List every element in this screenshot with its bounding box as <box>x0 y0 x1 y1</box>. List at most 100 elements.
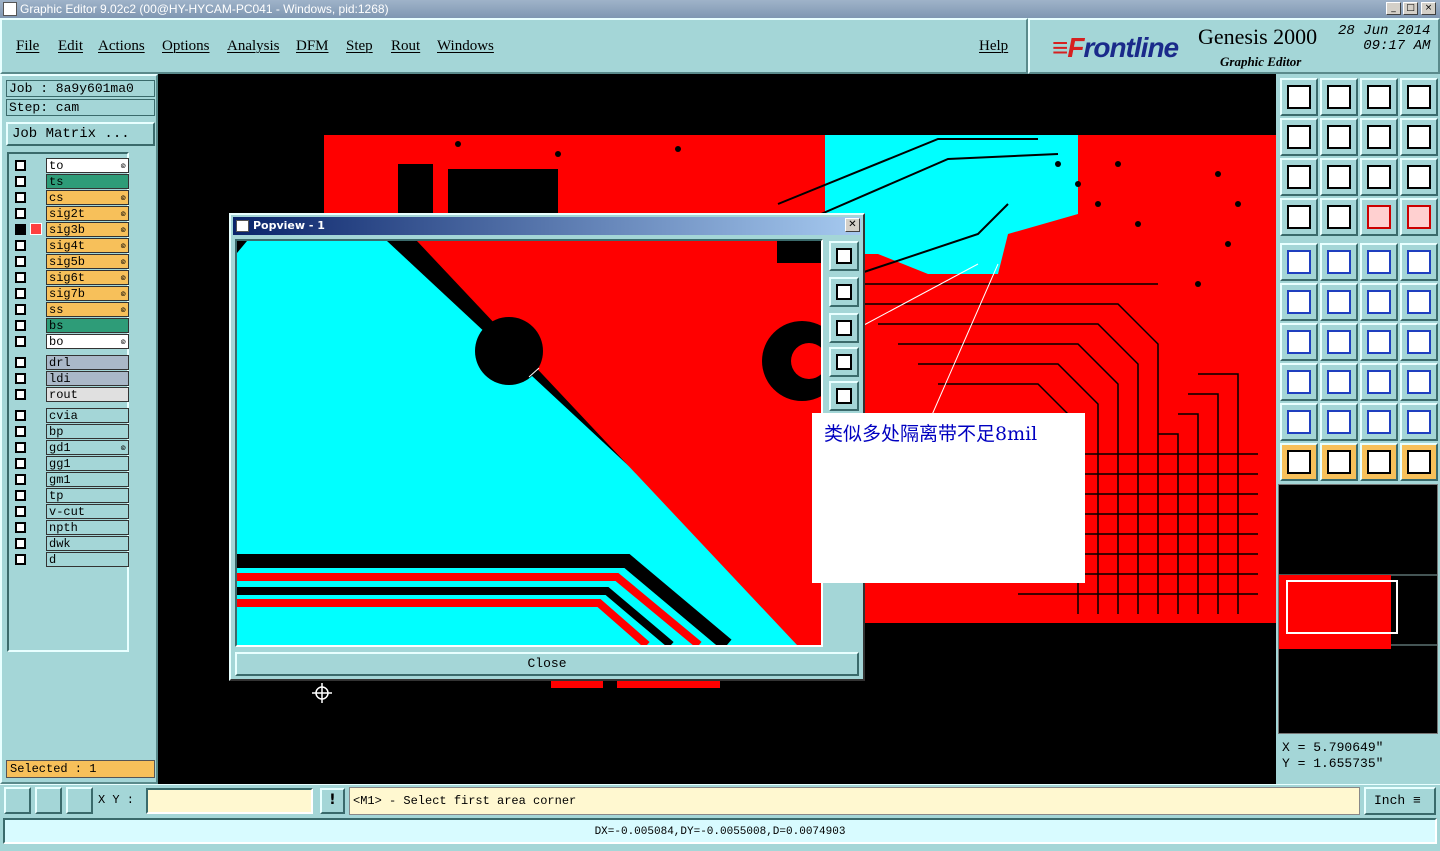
pointer-tool-button[interactable] <box>1320 443 1358 481</box>
layer-name[interactable]: sig7b ๏ <box>46 286 129 301</box>
layer-name[interactable]: v-cut <box>46 504 129 519</box>
redraw-tool-button[interactable] <box>1360 118 1398 156</box>
ruler-tool-button[interactable] <box>1360 243 1398 281</box>
layer-name[interactable]: ldi <box>46 371 129 386</box>
layer-row[interactable]: drl <box>12 355 129 370</box>
menu-edit[interactable]: Edit <box>58 38 83 55</box>
layer-row[interactable]: ts <box>12 174 129 189</box>
zoom-center-tool-button[interactable] <box>1320 158 1358 196</box>
window-tool-button[interactable] <box>1400 78 1438 116</box>
layer-name[interactable]: cvia <box>46 408 129 423</box>
layer-row[interactable]: sig2t ๏ <box>12 206 129 221</box>
arc-tool-button[interactable] <box>1360 323 1398 361</box>
layer-checkbox[interactable] <box>15 160 26 171</box>
measure-mode-icon[interactable] <box>35 787 62 814</box>
layer-name[interactable]: npth <box>46 520 129 535</box>
layer-name[interactable]: sig3b ๏ <box>46 222 129 237</box>
layer-row[interactable]: sig3b ๏ <box>12 222 129 237</box>
layer-row[interactable]: bp <box>12 424 129 439</box>
layer-checkbox[interactable] <box>15 320 26 331</box>
layer-checkbox[interactable] <box>15 458 26 469</box>
layer-row[interactable]: sig4t ๏ <box>12 238 129 253</box>
layer-name[interactable]: tp <box>46 488 129 503</box>
layer-row[interactable]: to ๏ <box>12 158 129 173</box>
layer-name[interactable]: drl <box>46 355 129 370</box>
popview-down-button[interactable] <box>829 313 859 343</box>
popview-close-icon[interactable]: ✕ <box>845 218 860 232</box>
zoom-home-tool-button[interactable] <box>1280 78 1318 116</box>
close-window-button[interactable]: × <box>1421 2 1436 15</box>
layers-tool-button[interactable] <box>1360 198 1398 236</box>
popview-right-button[interactable] <box>829 381 859 411</box>
measure-tool-button[interactable] <box>1280 198 1318 236</box>
drill-tool-button[interactable] <box>1320 198 1358 236</box>
layer-row[interactable]: tp <box>12 488 129 503</box>
layer-checkbox[interactable] <box>15 192 26 203</box>
layer-name[interactable]: ts <box>46 174 129 189</box>
menu-actions[interactable]: Actions <box>98 38 145 55</box>
layer-checkbox[interactable] <box>15 554 26 565</box>
maximize-button[interactable]: □ <box>1403 2 1418 15</box>
pointer-tool-button[interactable] <box>1360 443 1398 481</box>
layer-row[interactable]: ldi <box>12 371 129 386</box>
menu-windows[interactable]: Windows <box>437 38 494 55</box>
layer-row[interactable]: d <box>12 552 129 567</box>
menu-rout[interactable]: Rout <box>391 38 420 55</box>
layer-row[interactable]: rout <box>12 387 129 402</box>
layer-name[interactable]: gg1 <box>46 456 129 471</box>
pan-right-tool-button[interactable] <box>1320 118 1358 156</box>
layer-checkbox[interactable] <box>15 373 26 384</box>
layer-checkbox[interactable] <box>15 272 26 283</box>
layer-row[interactable]: ss ๏ <box>12 302 129 317</box>
pan-left-tool-button[interactable] <box>1280 118 1318 156</box>
layer-checkbox[interactable] <box>15 256 26 267</box>
layer-row[interactable]: gd1 ๏ <box>12 440 129 455</box>
layer-row[interactable]: sig6t ๏ <box>12 270 129 285</box>
layer-checkbox[interactable] <box>15 336 26 347</box>
layer-name[interactable]: sig6t ๏ <box>46 270 129 285</box>
layer-name[interactable]: rout <box>46 387 129 402</box>
connect-tool-button[interactable] <box>1280 283 1318 321</box>
layer-checkbox[interactable] <box>15 426 26 437</box>
scale-tool-button[interactable] <box>1360 158 1398 196</box>
select-tool-button[interactable] <box>1280 243 1318 281</box>
layer-checkbox[interactable] <box>15 474 26 485</box>
layer-checkbox[interactable] <box>15 240 26 251</box>
layers-tool-button[interactable] <box>1400 198 1438 236</box>
layer-name[interactable]: dwk <box>46 536 129 551</box>
feature-tool-button[interactable] <box>1280 363 1318 401</box>
add-pad-tool-button[interactable] <box>1400 283 1438 321</box>
minimize-button[interactable]: _ <box>1386 2 1401 15</box>
pointer-tool-button[interactable] <box>1280 443 1318 481</box>
layer-checkbox[interactable] <box>15 389 26 400</box>
help-tool-button[interactable] <box>1400 158 1438 196</box>
feature-tool-button[interactable] <box>1320 243 1358 281</box>
snap-tool-button[interactable] <box>1400 118 1438 156</box>
net-tool-button[interactable] <box>1400 363 1438 401</box>
layer-name[interactable]: bo ๏ <box>46 334 129 349</box>
layer-name[interactable]: bp <box>46 424 129 439</box>
layer-checkbox[interactable] <box>15 442 26 453</box>
popview-up-button[interactable] <box>829 277 859 307</box>
layer-name[interactable]: sig2t ๏ <box>46 206 129 221</box>
layer-checkbox[interactable] <box>15 522 26 533</box>
layer-name[interactable]: cs ๏ <box>46 190 129 205</box>
layer-row[interactable]: dwk <box>12 536 129 551</box>
home-tool-button[interactable] <box>1360 78 1398 116</box>
layer-row[interactable]: gg1 <box>12 456 129 471</box>
layer-row[interactable]: npth <box>12 520 129 535</box>
layer-checkbox[interactable] <box>15 288 26 299</box>
popview-canvas[interactable] <box>235 239 823 647</box>
menu-dfm[interactable]: DFM <box>296 38 329 55</box>
layer-checkbox[interactable] <box>15 538 26 549</box>
layer-row[interactable]: gm1 <box>12 472 129 487</box>
triangle-tool-button[interactable] <box>1360 403 1398 441</box>
layer-row[interactable]: sig5b ๏ <box>12 254 129 269</box>
line-tool-button[interactable] <box>1320 363 1358 401</box>
overview-map[interactable] <box>1278 484 1438 734</box>
menu-step[interactable]: Step <box>346 38 373 55</box>
layer-checkbox[interactable] <box>15 506 26 517</box>
layer-name[interactable]: ss ๏ <box>46 302 129 317</box>
zoom-fit-tool-button[interactable] <box>1280 158 1318 196</box>
popview-left-button[interactable] <box>829 347 859 377</box>
